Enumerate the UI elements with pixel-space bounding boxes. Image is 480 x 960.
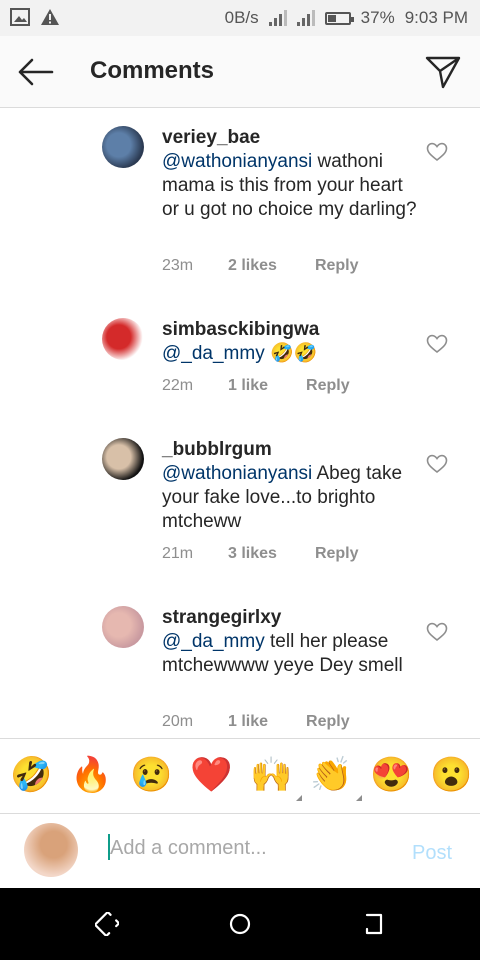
comment-body: strangegirlxy @_da_mmy tell her please mt… xyxy=(162,606,417,678)
comment-meta: 22m 1 like Reply xyxy=(162,377,350,395)
comment-body: veriey_bae @wathonianyansi wathoni mama i… xyxy=(162,126,417,222)
emoji-clap-button[interactable]: 👏 xyxy=(310,755,362,801)
heart-outline-icon[interactable] xyxy=(426,622,448,642)
signal-icon xyxy=(268,10,287,26)
comment-time: 21m xyxy=(162,545,194,562)
comment-time: 20m xyxy=(162,713,194,730)
comment-mention[interactable]: @wathonianyansi xyxy=(162,463,312,484)
system-nav-bar xyxy=(0,888,480,960)
comment-body: simbasckibingwa @_da_mmy 🤣🤣 xyxy=(162,318,417,366)
my-avatar xyxy=(24,823,78,877)
reply-button[interactable]: Reply xyxy=(315,257,359,275)
avatar[interactable] xyxy=(102,318,144,360)
emoji-heart-button[interactable]: ❤️ xyxy=(190,755,232,795)
skin-tone-indicator-icon xyxy=(356,795,362,801)
clock: 9:03 PM xyxy=(404,8,468,27)
comment-mention[interactable]: @wathonianyansi xyxy=(162,151,312,172)
net-speed: 0B/s xyxy=(224,8,259,27)
heart-outline-icon[interactable] xyxy=(426,334,448,354)
comment-mention[interactable]: @_da_mmy xyxy=(162,343,265,364)
emoji-raised-hands-glyph: 🙌 xyxy=(250,756,293,794)
comment-likes[interactable]: 2 likes xyxy=(228,257,277,275)
battery-percent: 37% xyxy=(360,8,395,27)
comment-likes[interactable]: 3 likes xyxy=(228,545,277,563)
emoji-heart-eyes-button[interactable]: 😍 xyxy=(370,755,412,795)
image-notification-icon xyxy=(10,8,30,26)
reply-button[interactable]: Reply xyxy=(315,545,359,563)
comment-text: 🤣🤣 xyxy=(264,343,318,364)
emoji-raised-hands-button[interactable]: 🙌 xyxy=(250,755,302,801)
heart-outline-icon[interactable] xyxy=(426,142,448,162)
emoji-surprised-button[interactable]: 😮 xyxy=(430,755,472,795)
avatar[interactable] xyxy=(102,606,144,648)
nav-recents-icon[interactable] xyxy=(95,912,119,936)
header: Comments xyxy=(0,36,480,108)
comment-composer: Post xyxy=(0,814,480,888)
comment-meta: 21m 3 likes Reply xyxy=(162,545,359,563)
nav-home-icon[interactable] xyxy=(228,912,252,936)
avatar[interactable] xyxy=(102,438,144,480)
warning-icon xyxy=(41,9,59,25)
comment-username[interactable]: simbasckibingwa xyxy=(162,318,417,342)
page-title: Comments xyxy=(90,57,215,84)
comment-body: _bubblrgum @wathonianyansi Abeg take your… xyxy=(162,438,417,534)
emoji-clap-glyph: 👏 xyxy=(310,756,353,794)
emoji-quick-bar: 🤣 🔥 😢 ❤️ 🙌 👏 😍 😮 xyxy=(0,738,480,814)
comment-meta: 20m 1 like Reply xyxy=(162,713,350,731)
comment-input[interactable] xyxy=(110,834,390,862)
status-bar: 0B/s 37% 9:03 PM xyxy=(0,0,480,36)
status-left-icons xyxy=(10,8,60,26)
reply-button[interactable]: Reply xyxy=(306,377,350,395)
avatar[interactable] xyxy=(102,126,144,168)
back-arrow-icon[interactable] xyxy=(16,56,56,88)
heart-outline-icon[interactable] xyxy=(426,454,448,474)
skin-tone-indicator-icon xyxy=(296,795,302,801)
comment-username[interactable]: _bubblrgum xyxy=(162,438,417,462)
post-button[interactable]: Post xyxy=(412,842,452,865)
comment-likes[interactable]: 1 like xyxy=(228,713,268,731)
comment-meta: 23m 2 likes Reply xyxy=(162,257,359,275)
emoji-fire-button[interactable]: 🔥 xyxy=(70,755,112,795)
comment-username[interactable]: strangegirlxy xyxy=(162,606,417,630)
emoji-rofl-button[interactable]: 🤣 xyxy=(10,755,52,795)
emoji-crying-button[interactable]: 😢 xyxy=(130,755,172,795)
battery-fill xyxy=(327,14,336,22)
nav-back-icon[interactable] xyxy=(362,912,386,936)
comment-username[interactable]: veriey_bae xyxy=(162,126,417,150)
comment-time: 22m xyxy=(162,377,194,394)
comment-time: 23m xyxy=(162,257,194,274)
signal-2-icon xyxy=(296,10,315,26)
comment-mention[interactable]: @_da_mmy xyxy=(162,631,265,652)
battery-icon xyxy=(324,11,354,25)
status-right: 0B/s 37% 9:03 PM xyxy=(225,8,468,28)
comment-likes[interactable]: 1 like xyxy=(228,377,268,395)
reply-button[interactable]: Reply xyxy=(306,713,350,731)
paper-plane-icon[interactable] xyxy=(424,54,462,90)
